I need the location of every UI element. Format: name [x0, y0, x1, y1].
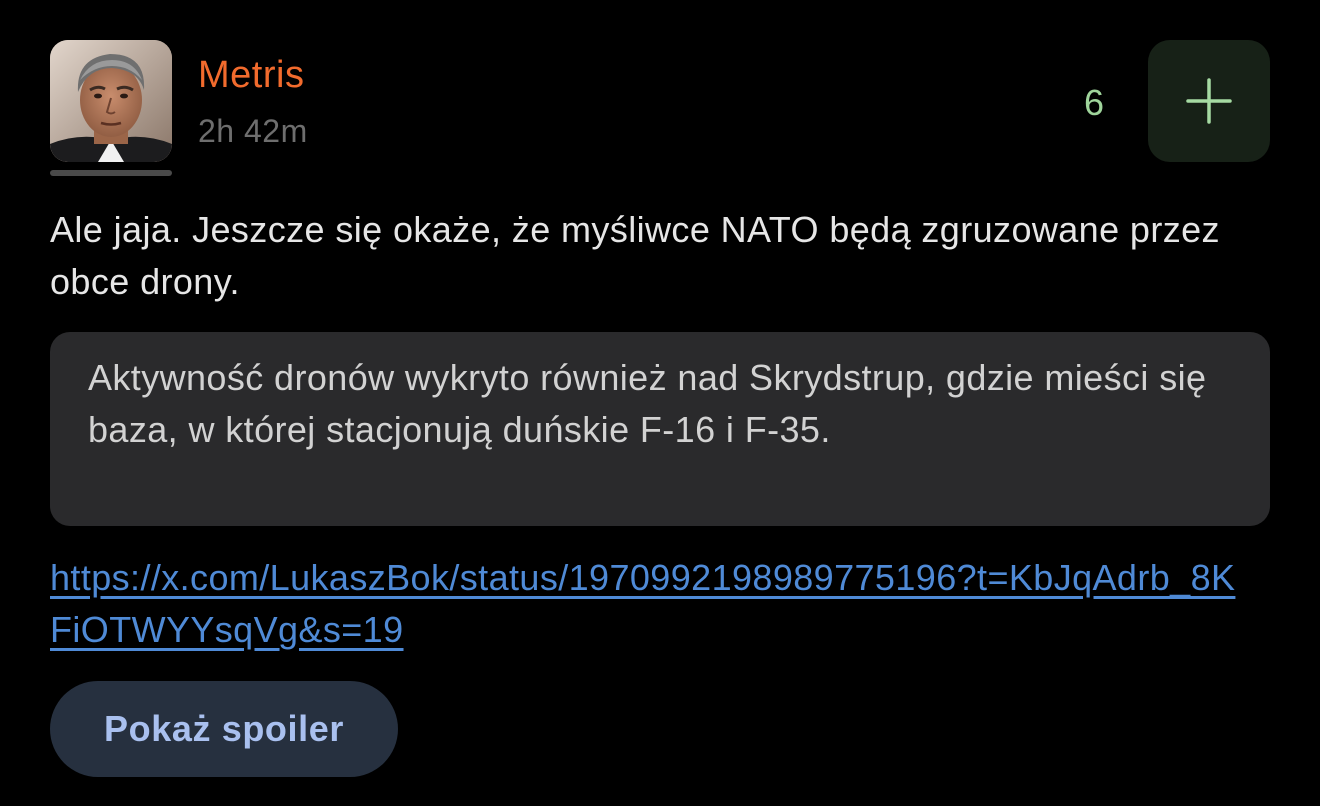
quote-block: Aktywność dronów wykryto również nad Skr…: [50, 332, 1270, 526]
post-body: Ale jaja. Jeszcze się okaże, że myśliwce…: [50, 209, 1220, 302]
vote-count: 6: [1084, 82, 1105, 123]
avatar-underline: [50, 170, 172, 176]
author-name[interactable]: Metris: [198, 52, 304, 98]
upvote-button[interactable]: [1148, 40, 1270, 162]
post-timestamp: 2h 42m: [198, 113, 308, 149]
post-link[interactable]: https://x.com/LukaszBok/status/197099219…: [50, 552, 1250, 656]
author-avatar-container[interactable]: [50, 40, 172, 176]
avatar-image: [50, 40, 172, 162]
avatar[interactable]: [50, 40, 172, 162]
show-spoiler-button[interactable]: Pokaż spoiler: [50, 681, 398, 777]
plus-icon: [1186, 78, 1232, 124]
